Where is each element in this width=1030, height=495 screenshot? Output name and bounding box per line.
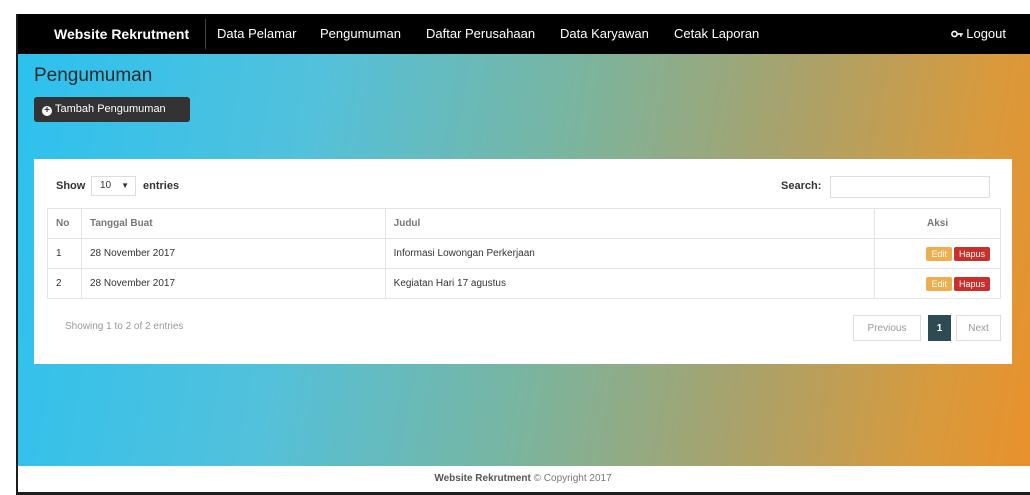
left-border [16,14,18,495]
edit-button[interactable]: Edit [926,276,952,291]
next-page-button[interactable]: Next [956,315,1001,341]
cell-date: 28 November 2017 [80,238,386,269]
cell-date: 28 November 2017 [80,268,386,299]
nav-cetak-laporan[interactable]: Cetak Laporan [674,14,759,54]
previous-page-button[interactable]: Previous [853,315,921,341]
delete-button[interactable]: Hapus [953,276,990,291]
pagination: Previous 1 Next [853,315,1001,341]
search-label: Search: [781,180,822,192]
announcement-table: No Tanggal Buat Judul Aksi 1 28 November… [47,208,1001,299]
table-row: 1 28 November 2017 Informasi Lowongan Pe… [47,238,1001,269]
nav-pengumuman[interactable]: Pengumuman [320,14,401,54]
footer-copyright: © Copyright 2017 [533,473,612,484]
key-icon [951,30,964,38]
plus-circle-icon: + [42,106,52,116]
navbar-divider [205,19,206,49]
entries-label: entries [143,180,180,192]
caret-down-icon: ▼ [121,181,129,190]
search-input[interactable] [830,176,990,198]
add-announcement-button[interactable]: + Tambah Pengumuman [34,97,190,122]
column-header-actions[interactable]: Aksi [874,208,1001,239]
table-info: Showing 1 to 2 of 2 entries [65,321,184,332]
table-row: 2 28 November 2017 Kegiatan Hari 17 agus… [47,268,1001,299]
brand-link[interactable]: Website Rekrutment [54,14,189,54]
page-title: Pengumuman [34,65,153,86]
top-navbar: Website Rekrutment Data Pelamar Pengumum… [16,14,1030,54]
cell-title: Kegiatan Hari 17 agustus [384,268,876,299]
column-header-title[interactable]: Judul [384,208,876,239]
delete-button[interactable]: Hapus [953,246,990,261]
edit-button[interactable]: Edit [926,246,952,261]
cell-title: Informasi Lowongan Perkerjaan [384,238,876,269]
nav-daftar-perusahaan[interactable]: Daftar Perusahaan [426,14,535,54]
announcement-table-panel: Show 10 ▼ entries Search: No Tanggal Bua… [34,159,1012,364]
nav-data-pelamar[interactable]: Data Pelamar [217,14,296,54]
cell-no: 1 [47,238,82,269]
page-1-button[interactable]: 1 [928,315,951,341]
browser-viewport: Website Rekrutment Data Pelamar Pengumum… [16,14,1030,495]
entries-length-select[interactable]: 10 ▼ [91,176,136,196]
cell-no: 2 [47,268,82,299]
logout-label: Logout [966,26,1006,41]
nav-data-karyawan[interactable]: Data Karyawan [560,14,649,54]
column-header-no[interactable]: No [47,208,82,239]
show-label: Show [56,180,86,192]
column-header-date[interactable]: Tanggal Buat [80,208,386,239]
add-button-label: Tambah Pengumuman [55,103,166,115]
cell-actions: Edit Hapus [874,268,1001,299]
table-header-row: No Tanggal Buat Judul Aksi [47,208,1001,239]
footer: Website Rekrutment © Copyright 2017 [16,466,1030,495]
footer-brand: Website Rekrutment [434,473,531,484]
cell-actions: Edit Hapus [874,238,1001,269]
entries-length-value: 10 [100,180,112,191]
logout-link[interactable]: Logout [951,14,1006,54]
